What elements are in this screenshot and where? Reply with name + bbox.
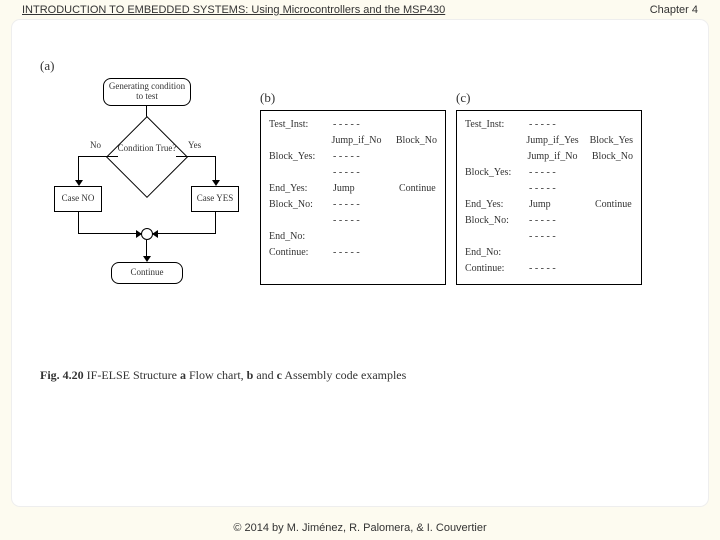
code-line: Test_Inst:- - - - - — [465, 117, 633, 133]
code-line: Block_No:- - - - - — [269, 197, 437, 213]
code-line: Block_No:- - - - - — [465, 213, 633, 229]
codebox-c: Test_Inst:- - - - -Jump_if_YesBlock_YesJ… — [456, 110, 642, 285]
code-line: End_No: — [465, 245, 633, 261]
chapter-label: Chapter 4 — [650, 4, 698, 16]
code-line: Block_Yes:- - - - - — [269, 149, 437, 165]
code-line: - - - - - — [465, 181, 633, 197]
code-line: Jump_if_NoBlock_No — [269, 133, 437, 149]
fc-continue: Continue — [111, 262, 183, 284]
fc-yes-label: Yes — [188, 140, 201, 150]
code-line: Block_Yes:- - - - - — [465, 165, 633, 181]
fc-case-yes: Case YES — [191, 186, 239, 212]
panel-b-label: (b) — [260, 90, 446, 106]
fc-merge — [141, 228, 153, 240]
fc-no-label: No — [90, 140, 101, 150]
page-header: INTRODUCTION TO EMBEDDED SYSTEMS: Using … — [0, 0, 720, 18]
copyright-footer: © 2014 by M. Jiménez, R. Palomera, & I. … — [0, 522, 720, 534]
slide-content: (a) Generating condition to test Conditi… — [12, 20, 708, 506]
code-line: Test_Inst:- - - - - — [269, 117, 437, 133]
panel-c: (c) Test_Inst:- - - - -Jump_if_YesBlock_… — [456, 90, 642, 285]
code-line: End_Yes:JumpContinue — [465, 197, 633, 213]
panel-a-label: (a) — [40, 58, 250, 74]
figure-caption: Fig. 4.20 IF-ELSE Structure a Flow chart… — [40, 368, 680, 383]
code-line: - - - - - — [269, 165, 437, 181]
panel-b: (b) Test_Inst:- - - - -Jump_if_NoBlock_N… — [260, 90, 446, 285]
code-line: End_Yes:JumpContinue — [269, 181, 437, 197]
fc-case-no: Case NO — [54, 186, 102, 212]
code-line: End_No: — [269, 229, 437, 245]
codebox-b: Test_Inst:- - - - -Jump_if_NoBlock_NoBlo… — [260, 110, 446, 285]
fc-generating: Generating condition to test — [103, 78, 191, 106]
book-title: INTRODUCTION TO EMBEDDED SYSTEMS: Using … — [22, 4, 445, 16]
flowchart: Generating condition to test Condition T… — [40, 78, 250, 338]
code-line: - - - - - — [269, 213, 437, 229]
panel-a: (a) Generating condition to test Conditi… — [40, 58, 250, 338]
code-line: Jump_if_YesBlock_Yes — [465, 133, 633, 149]
code-line: - - - - - — [465, 229, 633, 245]
code-line: Jump_if_NoBlock_No — [465, 149, 633, 165]
code-line: Continue:- - - - - — [269, 245, 437, 261]
panel-c-label: (c) — [456, 90, 642, 106]
code-line: Continue:- - - - - — [465, 261, 633, 277]
